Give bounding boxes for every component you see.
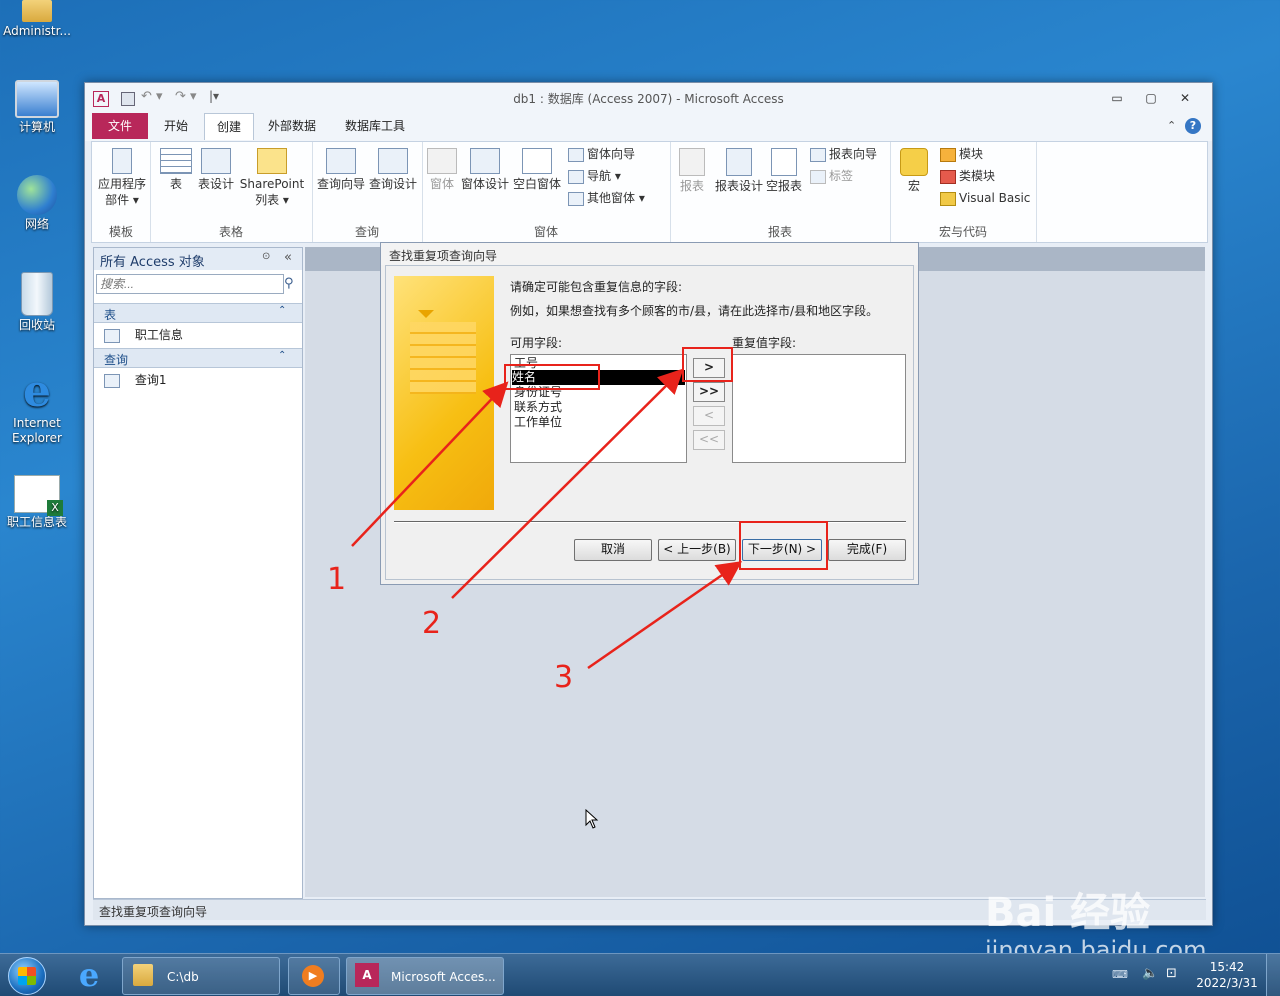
- access-app-icon: A: [355, 963, 379, 987]
- clock-time: 15:42: [1209, 960, 1245, 974]
- annotation-number-1: 1: [327, 562, 347, 597]
- annotation-arrow-1: [351, 381, 509, 547]
- mouse-cursor-icon: [585, 808, 599, 832]
- taskbar-item-access[interactable]: A Microsoft Acces...: [346, 957, 504, 995]
- annotation-number-3: 3: [554, 660, 574, 695]
- clock-date: 2022/3/31: [1196, 976, 1258, 990]
- windows-logo-icon: [18, 967, 36, 985]
- taskbar-item-explorer[interactable]: C:\db: [122, 957, 280, 995]
- annotation-arrow-3: [587, 561, 743, 670]
- folder-icon: [133, 964, 153, 986]
- media-player-icon: ▶: [302, 965, 324, 987]
- start-button[interactable]: [8, 957, 46, 995]
- taskbar: e C:\db ▶ A Microsoft Acces... ⌨ 🔈 ⊡ 15:…: [0, 953, 1280, 996]
- annotation-number-2: 2: [422, 606, 442, 641]
- taskbar-item-label: Microsoft Acces...: [391, 970, 496, 984]
- taskbar-internet-explorer-icon[interactable]: e: [72, 958, 106, 992]
- taskbar-item-label: C:\db: [167, 970, 199, 984]
- network-tray-icon[interactable]: ⊡: [1166, 966, 1177, 981]
- volume-icon[interactable]: 🔈: [1142, 966, 1158, 981]
- system-clock[interactable]: 15:42 2022/3/31: [1196, 959, 1258, 991]
- taskbar-item-media-player[interactable]: ▶: [288, 957, 340, 995]
- keyboard-icon[interactable]: ⌨: [1112, 968, 1128, 981]
- annotation-arrows: [351, 368, 743, 670]
- watermark-brand: Bai 经验: [985, 890, 1151, 936]
- show-desktop-button[interactable]: [1266, 954, 1280, 996]
